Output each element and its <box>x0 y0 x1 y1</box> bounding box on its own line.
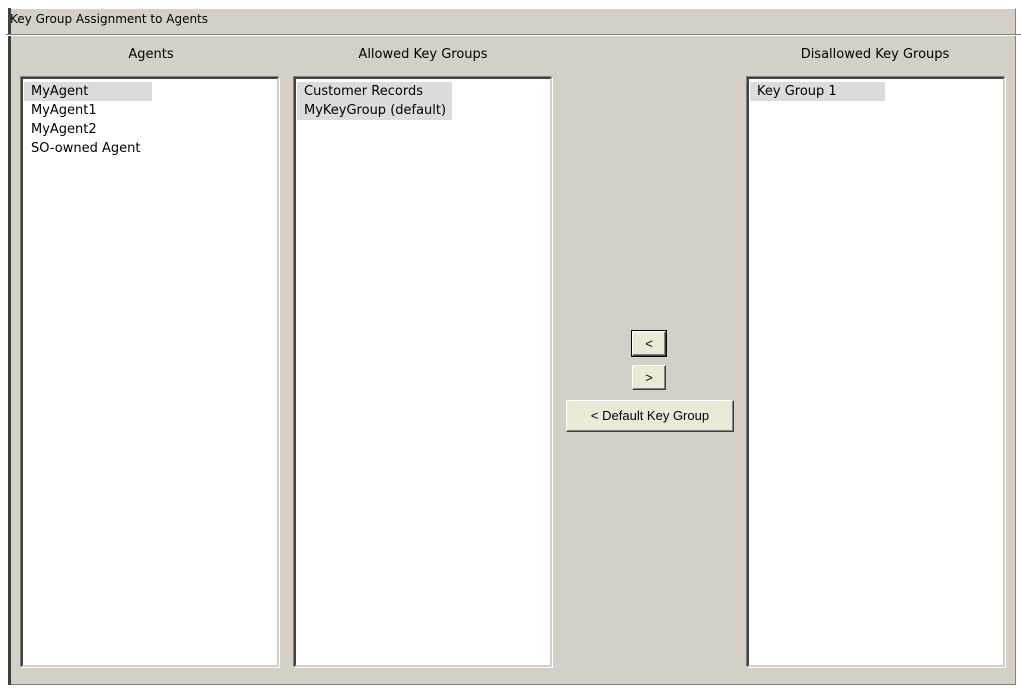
allowed-item-mykeygroup-default[interactable]: MyKeyGroup (default) <box>297 101 452 120</box>
agents-header: Agents <box>128 47 174 62</box>
panel-left-border <box>8 8 11 685</box>
agent-item-myagent1[interactable]: MyAgent1 <box>24 101 277 120</box>
agent-item-myagent[interactable]: MyAgent <box>24 82 152 101</box>
agent-item-so-owned-agent[interactable]: SO-owned Agent <box>24 139 277 158</box>
title-divider <box>6 34 1021 36</box>
allowed-item-customer-records[interactable]: Customer Records <box>297 82 452 101</box>
default-key-group-button[interactable]: < Default Key Group <box>566 400 734 432</box>
allowed-key-groups-listbox[interactable]: Customer Records MyKeyGroup (default) <box>294 77 552 667</box>
disallowed-item-key-group-1[interactable]: Key Group 1 <box>750 82 885 101</box>
move-left-button[interactable]: < <box>631 330 667 357</box>
allowed-key-groups-header: Allowed Key Groups <box>358 47 488 62</box>
panel-title: Key Group Assignment to Agents <box>10 12 209 26</box>
agent-item-myagent2[interactable]: MyAgent2 <box>24 120 277 139</box>
move-right-button[interactable]: > <box>632 365 666 390</box>
disallowed-key-groups-header: Disallowed Key Groups <box>800 47 950 62</box>
disallowed-key-groups-listbox[interactable]: Key Group 1 <box>747 77 1005 667</box>
agents-listbox[interactable]: MyAgent MyAgent1 MyAgent2 SO-owned Agent <box>21 77 279 667</box>
